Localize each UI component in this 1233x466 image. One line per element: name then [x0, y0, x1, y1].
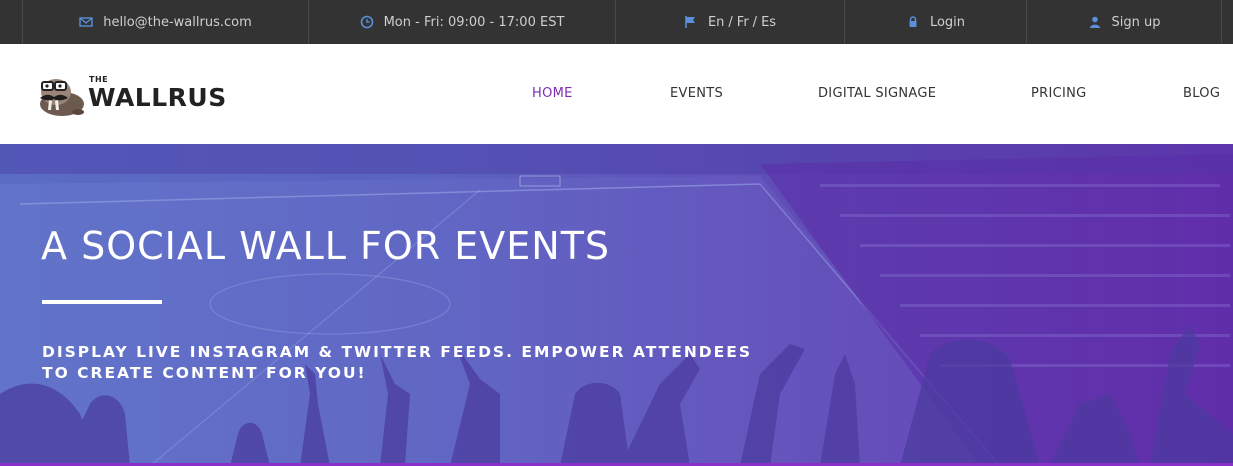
lang-separator: /: [728, 14, 733, 30]
envelope-icon: [79, 15, 93, 29]
site-header: THE WALLRUS HOME EVENTS DIGITAL SIGNAGE …: [0, 44, 1233, 144]
top-bar: hello@the-wallrus.com Mon - Fri: 09:00 -…: [0, 0, 1233, 44]
walrus-mascot-icon: [40, 79, 84, 116]
logo-wordmark: THE WALLRUS: [88, 76, 227, 112]
hours-text: Mon - Fri: 09:00 - 17:00 EST: [383, 14, 565, 30]
clock-icon: [360, 15, 374, 29]
email-text: hello@the-wallrus.com: [103, 14, 252, 30]
nav-home[interactable]: HOME: [532, 86, 573, 101]
top-bar-spacer: [0, 0, 22, 44]
nav-digital-signage[interactable]: DIGITAL SIGNAGE: [818, 86, 936, 101]
lang-en[interactable]: En: [708, 15, 724, 30]
user-icon: [1088, 15, 1102, 29]
lang-fr[interactable]: Fr: [737, 15, 749, 30]
logo-big-text: WALLRUS: [88, 83, 227, 112]
site-logo[interactable]: THE WALLRUS: [34, 74, 234, 119]
login-text: Login: [929, 14, 966, 30]
signup-text: Sign up: [1111, 14, 1161, 30]
lock-icon: [906, 15, 920, 29]
email-link[interactable]: hello@the-wallrus.com: [22, 0, 308, 44]
flag-icon: [684, 15, 698, 29]
hero-subtitle-line1: DISPLAY LIVE INSTAGRAM & TWITTER FEEDS. …: [42, 343, 753, 361]
hero-divider: [42, 300, 162, 304]
nav-blog[interactable]: BLOG: [1183, 86, 1220, 101]
hours-cell: Mon - Fri: 09:00 - 17:00 EST: [308, 0, 615, 44]
lang-es[interactable]: Es: [761, 15, 776, 30]
language-switcher: En / Fr / Es: [615, 0, 844, 44]
login-link[interactable]: Login: [844, 0, 1026, 44]
hero-subtitle-line2: TO CREATE CONTENT FOR YOU!: [42, 364, 367, 382]
signup-link[interactable]: Sign up: [1026, 0, 1222, 44]
hero-banner: A SOCIAL WALL FOR EVENTS DISPLAY LIVE IN…: [0, 144, 1233, 466]
lang-separator: /: [752, 14, 758, 30]
nav-events[interactable]: EVENTS: [670, 86, 723, 101]
hero-title: A SOCIAL WALL FOR EVENTS: [41, 224, 611, 268]
hero-subtitle: DISPLAY LIVE INSTAGRAM & TWITTER FEEDS. …: [42, 342, 762, 384]
nav-pricing[interactable]: PRICING: [1031, 86, 1087, 101]
stadium-crowd-image: [0, 144, 1233, 466]
